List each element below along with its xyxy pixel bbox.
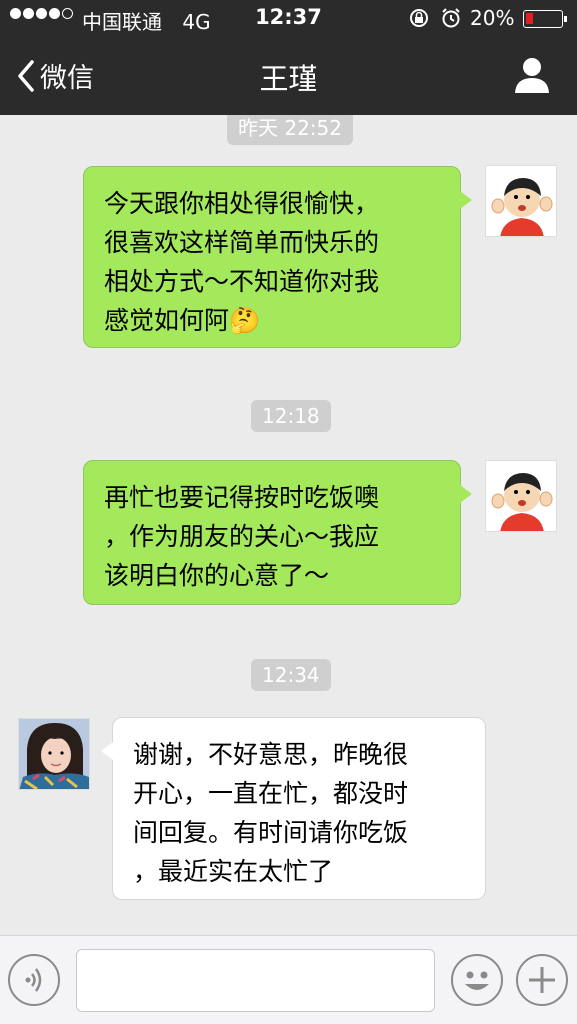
alarm-icon [442, 8, 460, 28]
voice-input-button[interactable] [8, 954, 60, 1006]
timestamp: 昨天 22:52 [227, 115, 353, 145]
battery-icon [523, 10, 567, 28]
message-line: 间回复。有时间请你吃饭 [133, 818, 409, 847]
my-avatar[interactable] [485, 460, 557, 532]
message-line: 相处方式～不知道你对我 [104, 267, 380, 296]
input-toolbar [0, 935, 577, 1024]
battery-level-fill [526, 13, 533, 24]
message-line: 很喜欢这样简单而快乐的 [104, 228, 380, 257]
plus-icon [529, 967, 555, 993]
voice-icon [25, 968, 42, 992]
chat-header: 微信 王瑾 [0, 38, 577, 115]
contact-photo-avatar-icon [19, 719, 89, 789]
timestamp: 12:18 [251, 400, 331, 432]
battery-percent: 20% [470, 6, 515, 30]
message-bubble-outgoing[interactable]: 今天跟你相处得很愉快， 很喜欢这样简单而快乐的 相处方式～不知道你对我 感觉如何… [83, 166, 472, 348]
chat-messages[interactable]: 昨天 22:52 今天跟你相处得很愉快， 很喜欢这样简单而快乐的 相处方式～不知… [0, 115, 577, 935]
status-bar: 中国联通 4G 12:37 20% [0, 0, 577, 38]
message-line: ，最近实在太忙了 [133, 857, 334, 886]
message-bubble-outgoing[interactable]: 再忙也要记得按时吃饭噢 ，作为朋友的关心～我应 该明白你的心意了～ [83, 460, 472, 605]
message-line: 谢谢，不好意思，昨晚很 [133, 740, 409, 769]
message-line: 该明白你的心意了～ [104, 561, 330, 590]
message-line: 今天跟你相处得很愉快， [104, 189, 380, 218]
chat-title: 王瑾 [259, 62, 318, 96]
thinking-emoji: 🤔 [229, 306, 261, 335]
message-input[interactable] [76, 949, 435, 1012]
my-avatar[interactable] [485, 165, 557, 237]
rotation-lock-icon [410, 9, 428, 27]
user-icon [515, 58, 549, 93]
timestamp: 12:34 [251, 659, 331, 691]
emoji-button[interactable] [451, 954, 503, 1006]
message-line: ，作为朋友的关心～我应 [104, 522, 380, 551]
cartoon-boy-avatar-icon [486, 461, 556, 531]
message-bubble-incoming[interactable]: 谢谢，不好意思，昨晚很 开心，一直在忙，都没时 间回复。有时间请你吃饭 ，最近实… [101, 717, 486, 900]
message-line: 感觉如何阿🤔 [104, 306, 261, 335]
smiley-icon [465, 971, 489, 990]
message-line: 开心，一直在忙，都没时 [133, 779, 409, 808]
contact-info-button[interactable] [514, 56, 550, 94]
message-line: 再忙也要记得按时吃饭噢 [104, 483, 380, 512]
contact-avatar[interactable] [18, 718, 90, 790]
more-actions-button[interactable] [516, 954, 568, 1006]
cartoon-boy-avatar-icon [486, 166, 556, 236]
